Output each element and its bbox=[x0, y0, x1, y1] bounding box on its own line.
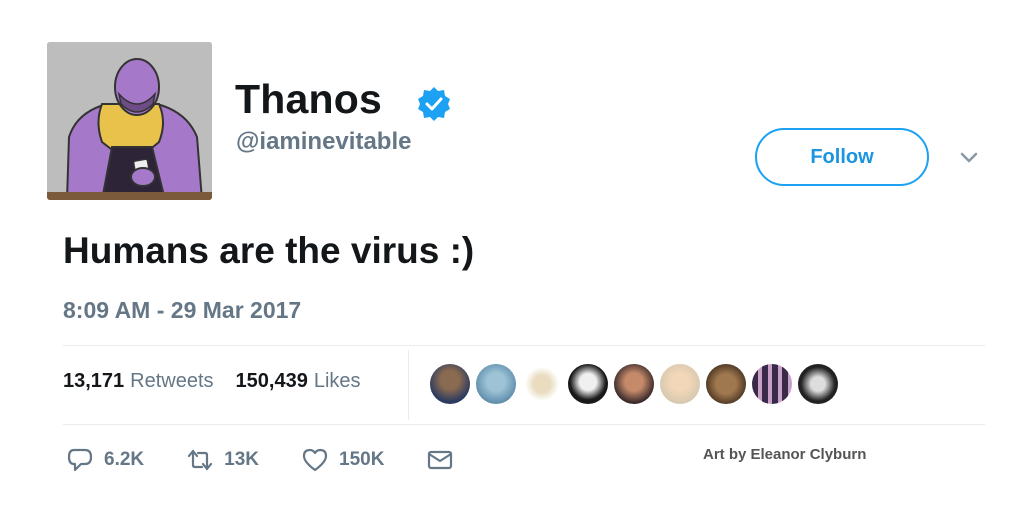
liker-avatar[interactable] bbox=[568, 364, 608, 404]
tweet-timestamp[interactable]: 8:09 AM - 29 Mar 2017 bbox=[63, 297, 301, 324]
liker-avatar[interactable] bbox=[522, 364, 562, 404]
verified-badge-icon bbox=[418, 87, 450, 121]
user-handle[interactable]: @iaminevitable bbox=[236, 128, 411, 156]
reply-button[interactable]: 6.2K bbox=[66, 446, 144, 474]
liker-avatar[interactable] bbox=[706, 364, 746, 404]
liker-avatar[interactable] bbox=[476, 364, 516, 404]
stats-divider bbox=[408, 350, 409, 420]
direct-message-button[interactable] bbox=[426, 446, 454, 474]
display-name[interactable]: Thanos bbox=[235, 76, 382, 123]
liker-avatar[interactable] bbox=[430, 364, 470, 404]
divider-top bbox=[63, 345, 985, 346]
reply-count: 6.2K bbox=[104, 449, 145, 470]
liker-avatar[interactable] bbox=[614, 364, 654, 404]
profile-avatar[interactable] bbox=[47, 42, 212, 200]
like-count: 150K bbox=[339, 449, 385, 470]
likes-label[interactable]: Likes bbox=[314, 370, 361, 393]
liker-avatar[interactable] bbox=[798, 364, 838, 404]
retweets-count[interactable]: 13,171 bbox=[63, 370, 124, 393]
follow-button[interactable]: Follow bbox=[755, 128, 929, 186]
retweets-label[interactable]: Retweets bbox=[130, 370, 213, 393]
thanos-avatar-art bbox=[47, 42, 212, 200]
liker-avatar[interactable] bbox=[752, 364, 792, 404]
reply-icon bbox=[67, 448, 93, 472]
like-icon bbox=[302, 448, 328, 472]
tweet-text: Humans are the virus :) bbox=[63, 230, 475, 271]
divider-bottom bbox=[63, 424, 985, 425]
like-button[interactable]: 150K bbox=[301, 446, 384, 474]
retweet-count: 13K bbox=[224, 449, 259, 470]
retweet-button[interactable]: 13K bbox=[186, 446, 259, 474]
chevron-down-icon[interactable] bbox=[958, 150, 980, 166]
art-credit: Art by Eleanor Clyburn bbox=[703, 446, 867, 463]
liked-by-avatars bbox=[430, 364, 838, 404]
tweet-stats: 13,171 Retweets 150,439 Likes bbox=[63, 370, 361, 393]
message-icon bbox=[428, 450, 453, 470]
liker-avatar[interactable] bbox=[660, 364, 700, 404]
retweet-icon bbox=[188, 449, 213, 471]
likes-count[interactable]: 150,439 bbox=[236, 370, 308, 393]
tweet-actions: 6.2K 13K 150K bbox=[66, 446, 496, 474]
